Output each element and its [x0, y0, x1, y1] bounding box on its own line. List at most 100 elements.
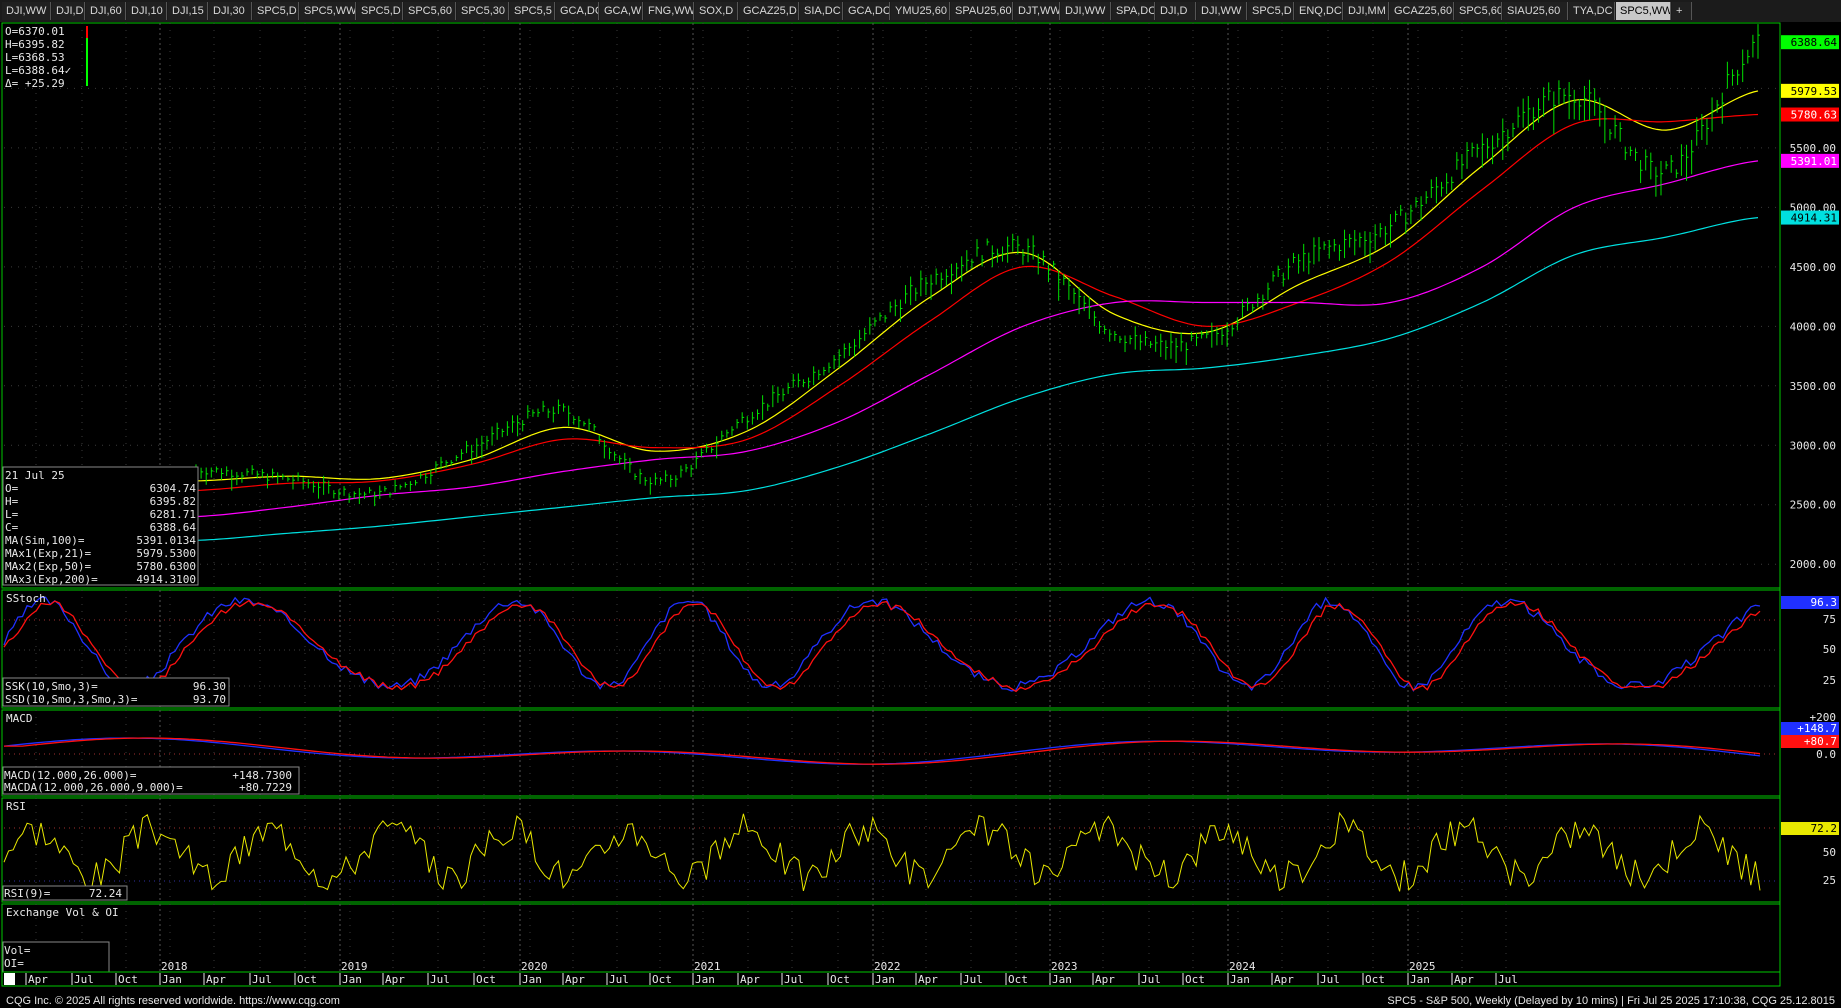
time-axis-month: Oct — [476, 973, 496, 986]
time-axis-scroll-thumb[interactable] — [4, 973, 15, 985]
ohlc-open: O=6370.01 — [5, 25, 65, 38]
time-axis-month: Apr — [206, 973, 226, 986]
databox-label: MAx2(Exp,50)= — [5, 560, 91, 573]
time-axis-month: Jul — [74, 973, 94, 986]
databox-value: 5979.5300 — [136, 547, 196, 560]
footer-status: SPC5 - S&P 500, Weekly (Delayed by 10 mi… — [1387, 995, 1835, 1007]
ma-line — [195, 113, 1759, 492]
stoch-axis-label: 50 — [1823, 643, 1836, 656]
macda-value: +80.7229 — [239, 781, 292, 794]
ohlc-high: H=6395.82 — [5, 38, 65, 51]
time-axis-month: Jan — [162, 973, 182, 986]
time-axis-month: Jul — [1498, 973, 1518, 986]
macd-tag-label: +148.7 — [1797, 722, 1837, 735]
rsi-line — [3, 811, 1761, 892]
ohlc-low: L=6368.53 — [5, 51, 65, 64]
databox-label: MAx3(Exp,200)= — [5, 573, 98, 586]
rsi-panel-frame — [1, 797, 1781, 903]
time-axis-month: Oct — [1185, 973, 1205, 986]
databox-value: 6388.64 — [150, 521, 197, 534]
time-axis-year: 2018 — [161, 960, 188, 973]
chart-canvas[interactable]: 6000.005500.005000.004500.004000.003500.… — [0, 0, 1841, 1008]
ssd-value: 93.70 — [193, 693, 226, 706]
volume-title: Exchange Vol & OI — [6, 906, 119, 919]
macda-line — [4, 737, 1761, 765]
rsi-tag-label: 72.2 — [1811, 822, 1838, 835]
stoch-tag-label: 96.3 — [1811, 596, 1838, 609]
time-axis-month: Apr — [1274, 973, 1294, 986]
ssd-line — [3, 599, 1761, 693]
rsi-value: 72.24 — [89, 887, 122, 900]
chart-labels: 6000.005500.005000.004500.004000.003500.… — [1781, 35, 1839, 887]
databox-label: L= — [5, 508, 19, 521]
time-axis-month: Jul — [1320, 973, 1340, 986]
time-axis-month: Jul — [430, 973, 450, 986]
databox-label: C= — [5, 521, 19, 534]
macd-axis-label: 0.0 — [1816, 748, 1836, 761]
rsi-label: RSI(9)= — [4, 887, 51, 900]
time-axis-month: Jul — [963, 973, 983, 986]
time-axis-month: Oct — [1008, 973, 1028, 986]
time-axis-year: 2023 — [1051, 960, 1078, 973]
price-axis-label: 2500.00 — [1790, 499, 1836, 512]
time-axis-month: Jul — [252, 973, 272, 986]
price-tag-label: 5979.53 — [1791, 85, 1837, 98]
databox-label: H= — [5, 495, 19, 508]
rsi-axis-label: 50 — [1823, 846, 1836, 859]
price-tag-label: 6388.64 — [1791, 36, 1838, 49]
price-axis-label: 4500.00 — [1790, 261, 1836, 274]
price-axis-label: 4000.00 — [1790, 320, 1836, 333]
price-axis-label: 3500.00 — [1790, 380, 1836, 393]
oi-label: OI= — [4, 957, 24, 970]
stoch-axis-label: 25 — [1823, 674, 1836, 687]
ohlc-readout: O=6370.01 H=6395.82 L=6368.53 L=6388.64✓… — [5, 25, 71, 90]
databox-label: MAx1(Exp,21)= — [5, 547, 91, 560]
time-axis-year: 2022 — [874, 960, 901, 973]
time-axis-month: Oct — [652, 973, 672, 986]
ssd-label: SSD(10,Smo,3,Smo,3)= — [5, 693, 138, 706]
time-axis-year: 2020 — [521, 960, 548, 973]
ma-line — [195, 90, 1759, 482]
time-axis-month: Jan — [522, 973, 542, 986]
time-axis-month: Jan — [695, 973, 715, 986]
time-axis-month: Apr — [565, 973, 585, 986]
time-axis-month: Apr — [1454, 973, 1474, 986]
time-axis-year: 2021 — [694, 960, 721, 973]
ohlc-last: L=6388.64✓ — [5, 64, 71, 77]
ssk-line — [3, 596, 1761, 692]
stoch-title: SStoch — [6, 592, 46, 605]
price-panel-frame — [1, 22, 1781, 589]
time-axis-month: Oct — [118, 973, 138, 986]
time-axis-month: Jul — [1141, 973, 1161, 986]
indicator-plots — [3, 596, 1761, 892]
price-axis-label: 5500.00 — [1790, 142, 1836, 155]
macda-tag-label: +80.7 — [1804, 735, 1837, 748]
time-axis-month: Jan — [1230, 973, 1250, 986]
time-axis-month: Jul — [609, 973, 629, 986]
footer-copyright: CQG Inc. © 2025 All rights reserved worl… — [6, 995, 340, 1007]
price-axis-label: 2000.00 — [1790, 558, 1836, 571]
databox-label: O= — [5, 482, 19, 495]
stoch-axis-label: 75 — [1823, 613, 1836, 626]
ma-line — [195, 160, 1759, 518]
databox-label: MA(Sim,100)= — [5, 534, 85, 547]
time-axis-month: Jan — [1052, 973, 1072, 986]
ssk-label: SSK(10,Smo,3)= — [5, 680, 98, 693]
databox-value: 4914.3100 — [136, 573, 196, 586]
time-axis-month: Apr — [918, 973, 938, 986]
databox-value: 5780.6300 — [136, 560, 196, 573]
time-axis-month: Jan — [342, 973, 362, 986]
vol-label: Vol= — [4, 944, 31, 957]
rsi-title: RSI — [6, 800, 26, 813]
databox-value: 6304.74 — [150, 482, 197, 495]
time-axis-month: Apr — [385, 973, 405, 986]
price-plot — [195, 24, 1760, 541]
time-axis-month: Apr — [28, 973, 48, 986]
time-axis-year: 2024 — [1229, 960, 1256, 973]
time-axis-month: Oct — [830, 973, 850, 986]
time-axis-month: Apr — [1095, 973, 1115, 986]
time-axis-month: Oct — [1365, 973, 1385, 986]
price-tag-label: 5391.01 — [1791, 155, 1837, 168]
time-axis-year: 2019 — [341, 960, 368, 973]
ohlc-change: Δ= +25.29 — [5, 77, 65, 90]
